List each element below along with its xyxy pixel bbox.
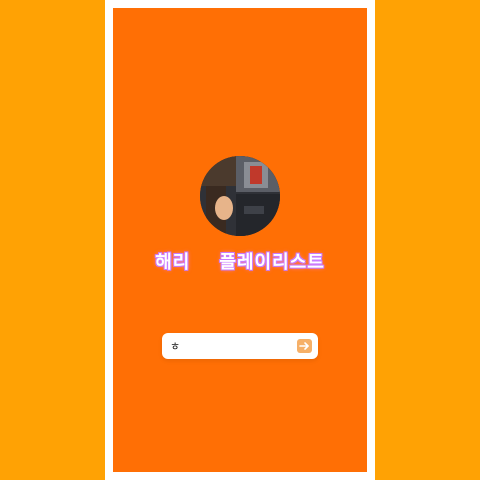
page-title: 해리 플레이리스트 [155,252,325,273]
arrow-right-icon [299,342,309,350]
search-input[interactable] [170,336,290,356]
profile-avatar [200,156,280,236]
app-screen: 해리 플레이리스트 [113,8,367,472]
search-submit-button[interactable] [297,339,312,353]
search-bar [162,333,318,359]
avatar-photo [200,156,280,236]
phone-frame: 해리 플레이리스트 [105,0,375,480]
